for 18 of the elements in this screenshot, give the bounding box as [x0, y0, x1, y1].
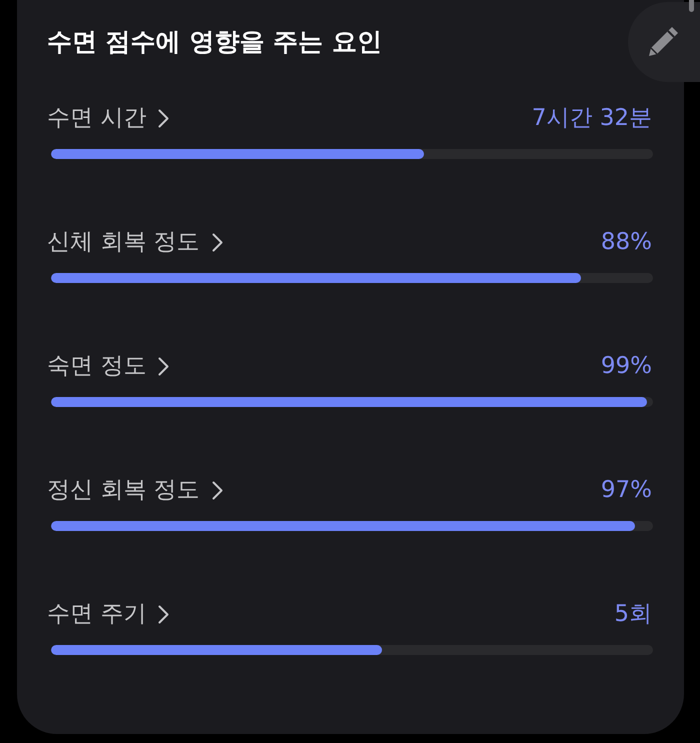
factor-link[interactable]: 신체 회복 정도	[47, 226, 223, 258]
chevron-icon	[212, 232, 223, 252]
factor-value: 88%	[600, 228, 652, 257]
chevron-icon	[158, 108, 170, 128]
pencil-icon	[646, 25, 680, 59]
factor-link[interactable]: 수면 주기	[47, 598, 170, 630]
factor-link[interactable]: 정신 회복 정도	[47, 474, 223, 506]
chevron-icon	[158, 356, 170, 376]
factor-value: 97%	[600, 476, 652, 505]
chevron-icon	[212, 480, 223, 500]
factor-link[interactable]: 숙면 정도	[47, 350, 170, 382]
chevron-icon	[158, 604, 170, 624]
factor-value: 7시간 32분	[532, 104, 652, 133]
scrollbar-thumb	[689, 0, 694, 12]
factor-value: 5회	[614, 600, 652, 629]
section-title: 수면 점수에 영향을 주는 요인	[47, 26, 383, 58]
factor-link[interactable]: 수면 시간	[47, 102, 170, 134]
factor-value: 99%	[600, 352, 652, 381]
